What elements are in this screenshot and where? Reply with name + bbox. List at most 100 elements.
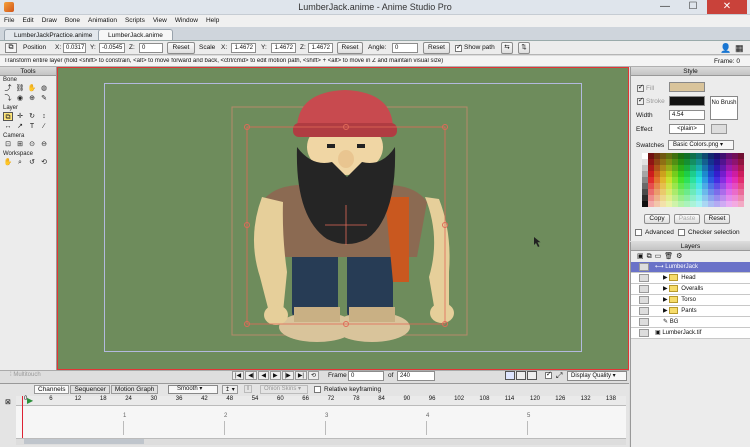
add-bone-tool-icon[interactable]: ⤴ <box>3 84 13 93</box>
menu-scripts[interactable]: Scripts <box>121 15 149 27</box>
close-button[interactable]: ✕ <box>707 0 747 14</box>
onion-skins-select[interactable]: Onion Skins ▾ <box>260 385 308 394</box>
effect-select[interactable]: <plain> <box>669 124 705 134</box>
step-forward-button[interactable]: |▶ <box>281 371 294 380</box>
reset-scale-button[interactable]: Reset <box>337 42 363 54</box>
quad-view-icon[interactable] <box>527 371 537 380</box>
visibility-icon[interactable] <box>639 329 649 337</box>
layer-settings-icon[interactable]: ⚙ <box>676 252 682 261</box>
position-x-field[interactable]: 0.0317 <box>63 43 86 53</box>
paste-style-button[interactable]: Paste <box>674 214 700 224</box>
tab-motion-graph[interactable]: Motion Graph <box>110 385 159 394</box>
tab-lumberjackpractice[interactable]: LumberJackPractice.anime <box>4 29 103 40</box>
flip-layer-tool-icon[interactable]: ↕ <box>39 112 49 121</box>
menu-draw[interactable]: Draw <box>38 15 61 27</box>
translate-bone-tool-icon[interactable]: ◉ <box>15 94 25 103</box>
layer-folder-icon[interactable]: ▭ <box>655 252 662 261</box>
menu-window[interactable]: Window <box>171 15 202 27</box>
user-icon[interactable]: 👤 <box>720 43 731 54</box>
angle-field[interactable]: 0 <box>392 43 418 53</box>
reset-angle-button[interactable]: Reset <box>423 42 450 54</box>
layer-row[interactable]: ▶ Head <box>631 273 750 284</box>
lumberjack-artwork[interactable] <box>57 67 629 370</box>
bone-reparent-tool-icon[interactable]: ⛓ <box>15 84 25 93</box>
select-bone-tool-icon[interactable]: ⤵ <box>3 94 13 103</box>
play-reverse-button[interactable]: ◀ <box>258 371 269 380</box>
hide-keys-button[interactable]: ǁ <box>244 385 253 393</box>
display-quality-select[interactable]: Display Quality ▾ <box>567 371 627 381</box>
tab-channels[interactable]: Channels <box>34 385 70 394</box>
text-tool-icon[interactable]: T <box>27 122 37 131</box>
flip-vertical-icon[interactable]: ⇅ <box>518 42 530 54</box>
offset-bone-tool-icon[interactable]: ✎ <box>39 94 49 103</box>
manipulate-bones-tool-icon[interactable]: ✋ <box>27 84 37 93</box>
tab-lumberjack[interactable]: LumberJack.anime <box>98 29 173 40</box>
flip-horizontal-icon[interactable]: ⇆ <box>501 42 513 54</box>
relative-keyframing-checkbox[interactable] <box>314 386 321 393</box>
frame-ruler[interactable]: 0 6 12 18 24 30 36 42 48 54 60 66 72 78 84 90 96 102 108 11… <box>16 396 626 405</box>
maximize-button[interactable]: ☐ <box>679 0 707 14</box>
advanced-checkbox[interactable] <box>635 229 642 236</box>
stroke-checkbox[interactable] <box>637 96 644 105</box>
layer-row[interactable]: ▶ Pants <box>631 306 750 317</box>
reset-position-button[interactable]: Reset <box>167 42 195 54</box>
effect-settings-button[interactable] <box>711 124 727 134</box>
play-button[interactable]: ▶ <box>270 371 281 380</box>
checker-selection-checkbox[interactable] <box>678 229 685 236</box>
width-field[interactable]: 4.54 <box>669 110 705 120</box>
set-origin-tool-icon[interactable]: ✛ <box>15 112 25 121</box>
eyedropper-tool-icon[interactable]: ∕ <box>39 122 49 131</box>
bone-strength-tool-icon[interactable]: ◍ <box>39 84 49 93</box>
menu-animation[interactable]: Animation <box>84 15 121 27</box>
fill-color-swatch[interactable] <box>669 82 705 92</box>
transform-layer-tool-icon[interactable]: ⧉ <box>3 112 13 121</box>
visibility-icon[interactable] <box>639 318 649 326</box>
rewind-button[interactable]: |◀ <box>232 371 245 380</box>
stroke-color-swatch[interactable] <box>669 96 705 106</box>
visibility-icon[interactable] <box>639 285 649 293</box>
loop-button[interactable]: ⟲ <box>308 371 320 380</box>
fill-checkbox[interactable] <box>637 83 644 92</box>
preview-checkbox[interactable] <box>545 370 552 379</box>
rotate-workspace-tool-icon[interactable]: ↺ <box>27 158 37 167</box>
zoom-camera-tool-icon[interactable]: ⊞ <box>15 140 25 149</box>
menu-view[interactable]: View <box>149 15 171 27</box>
keyframe-menu-button[interactable]: ↥ ▾ <box>222 385 238 394</box>
current-frame-field[interactable]: 0 <box>348 371 384 381</box>
fullscreen-icon[interactable]: ⤢ <box>556 371 562 381</box>
layer-row[interactable]: ✎ BG <box>631 317 750 328</box>
playhead[interactable] <box>22 396 23 438</box>
position-z-field[interactable]: 0 <box>139 43 163 53</box>
perspective-tool-icon[interactable]: ↗ <box>15 122 25 131</box>
total-frames-field[interactable]: 240 <box>397 371 435 381</box>
palette-swatch[interactable] <box>738 201 744 207</box>
timeline-scroll-thumb[interactable] <box>24 439 144 444</box>
pan-workspace-tool-icon[interactable]: ✋ <box>3 158 13 167</box>
visibility-icon[interactable] <box>639 307 649 315</box>
menu-bone[interactable]: Bone <box>61 15 84 27</box>
split-view-icon[interactable] <box>516 371 526 380</box>
position-y-field[interactable]: -0.0545 <box>99 43 125 53</box>
orbit-workspace-tool-icon[interactable]: ⟲ <box>39 158 49 167</box>
no-brush-button[interactable]: No Brush <box>710 96 738 120</box>
multitouch-toggle[interactable]: ⁞ Multitouch <box>10 372 41 378</box>
scale-z-field[interactable]: 1.4672 <box>308 43 333 53</box>
scale-y-field[interactable]: 1.4672 <box>271 43 296 53</box>
layer-row[interactable]: ▶ Overalls <box>631 284 750 295</box>
copy-style-button[interactable]: Copy <box>644 214 670 224</box>
track-camera-tool-icon[interactable]: ⊡ <box>3 140 13 149</box>
scale-x-field[interactable]: 1.4672 <box>231 43 256 53</box>
menu-help[interactable]: Help <box>202 15 223 27</box>
visibility-icon[interactable] <box>639 263 649 271</box>
layer-row[interactable]: ▣ LumberJack.tif <box>631 328 750 339</box>
menu-file[interactable]: File <box>0 15 18 27</box>
layer-row[interactable]: ▶ Torso <box>631 295 750 306</box>
interpolation-select[interactable]: Smooth ▾ <box>168 385 218 394</box>
reset-style-button[interactable]: Reset <box>704 214 730 224</box>
rotate-layer-tool-icon[interactable]: ↻ <box>27 112 37 121</box>
swatches-select[interactable]: Basic Colors.png ▾ <box>668 140 734 150</box>
color-palette[interactable] <box>642 153 744 211</box>
visibility-icon[interactable] <box>639 296 649 304</box>
timeline-track[interactable]: 1 2 3 4 5 <box>16 405 626 438</box>
delete-layer-icon[interactable]: 🗑 <box>664 252 673 261</box>
